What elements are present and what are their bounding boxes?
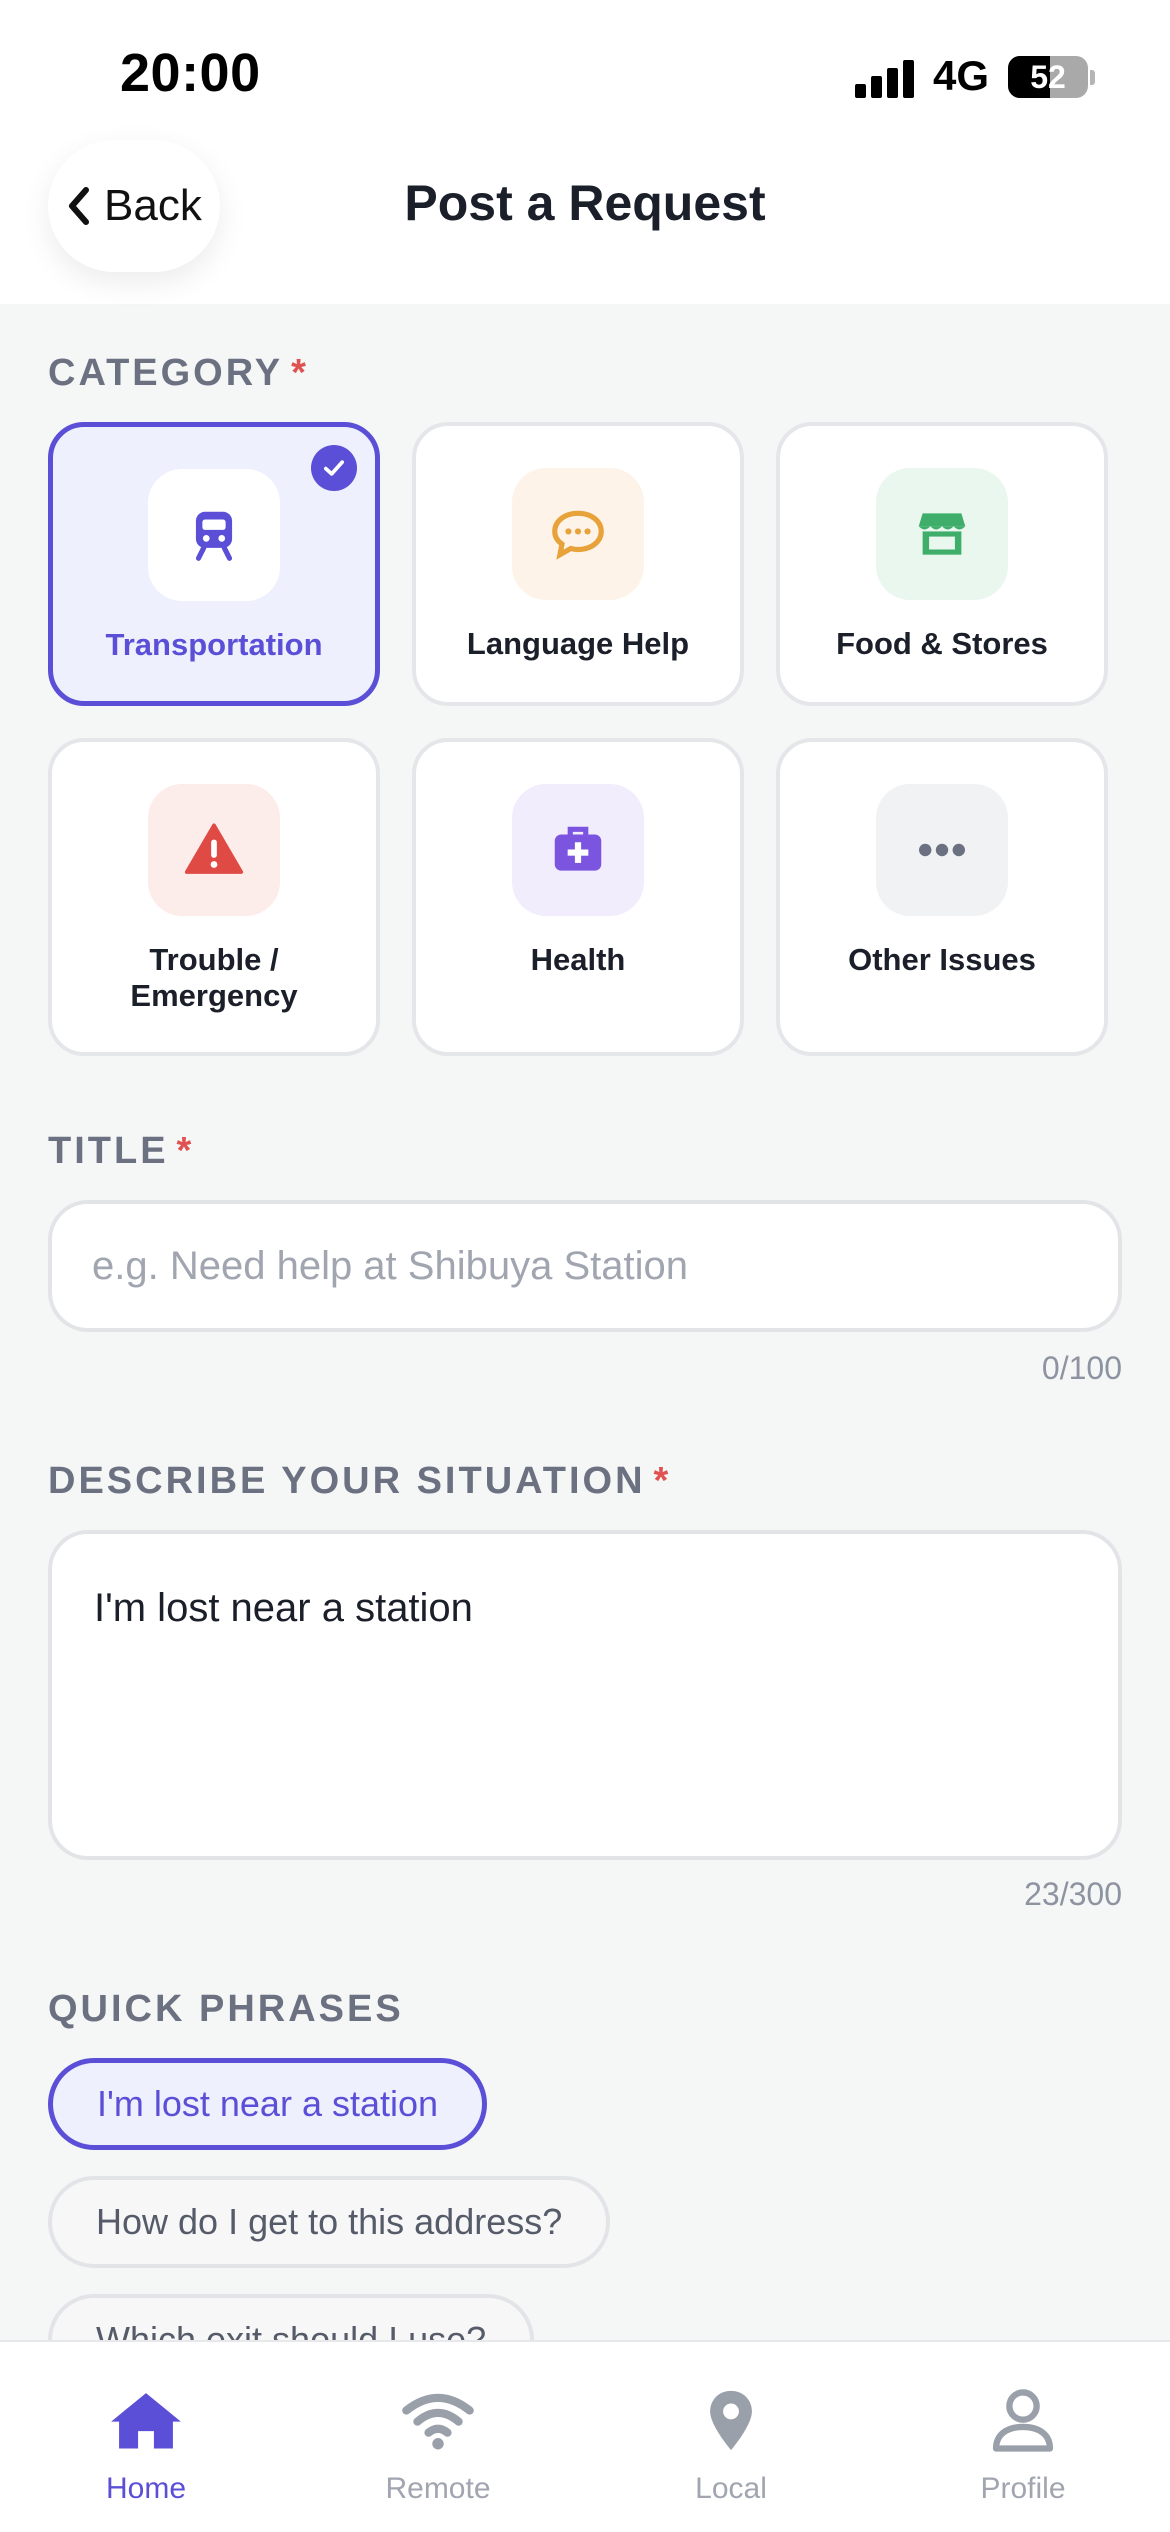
- category-name: Transportation: [105, 627, 323, 662]
- tab-profile[interactable]: Profile: [877, 2342, 1169, 2532]
- title-field[interactable]: [48, 1200, 1122, 1332]
- tab-bar: Home Remote Local Profile: [0, 2340, 1170, 2532]
- header-area: 20:00 4G 52 Back Post a Request: [0, 0, 1170, 304]
- home-icon: [111, 2393, 181, 2449]
- quick-phrase-chip[interactable]: How do I get to this address?: [48, 2176, 611, 2268]
- tab-local[interactable]: Local: [585, 2342, 877, 2532]
- description-field[interactable]: I'm lost near a station: [48, 1530, 1122, 1860]
- category-food-stores[interactable]: Food & Stores: [776, 422, 1108, 706]
- required-mark: *: [176, 1130, 195, 1172]
- tab-home[interactable]: Home: [0, 2342, 292, 2532]
- medical-kit-icon: [512, 784, 644, 916]
- title-label: TITLE *: [48, 1130, 195, 1172]
- wifi-icon: [402, 2393, 474, 2450]
- cellular-signal-icon: [855, 58, 915, 98]
- battery-level: 52: [1030, 59, 1066, 95]
- description-char-counter: 23/300: [1024, 1876, 1122, 1912]
- battery-icon: 52: [1008, 56, 1088, 98]
- quick-phrase-chip[interactable]: I'm lost near a station: [48, 2058, 488, 2150]
- category-name: Food & Stores: [836, 626, 1048, 661]
- quick-phrases-label: QUICK PHRASES: [48, 1988, 404, 2030]
- more-dots-icon: [876, 784, 1008, 916]
- train-icon: [148, 469, 280, 601]
- category-other-issues[interactable]: Other Issues: [776, 738, 1108, 1056]
- battery-cap: [1090, 70, 1095, 85]
- tab-label: Home: [105, 2472, 187, 2505]
- location-pin-icon: [710, 2390, 752, 2451]
- required-mark: *: [653, 1460, 672, 1502]
- warning-icon: [148, 784, 280, 916]
- status-time: 20:00: [120, 43, 261, 103]
- tab-label: Remote: [385, 2472, 491, 2505]
- tab-label: Profile: [980, 2472, 1066, 2505]
- category-label: CATEGORY *: [48, 352, 309, 394]
- title-input[interactable]: [92, 1243, 1078, 1289]
- chat-bubble-icon: [512, 468, 644, 600]
- category-language-help[interactable]: Language Help: [412, 422, 744, 706]
- tab-remote[interactable]: Remote: [292, 2342, 584, 2532]
- category-name: Other Issues: [848, 942, 1036, 977]
- page-title: Post a Request: [404, 175, 766, 231]
- store-icon: [876, 468, 1008, 600]
- checkmark-icon: [311, 445, 357, 491]
- required-mark: *: [291, 352, 309, 394]
- description-input[interactable]: I'm lost near a station: [94, 1586, 1076, 1631]
- category-trouble-emergency[interactable]: Trouble / Emergency: [48, 738, 380, 1056]
- user-icon: [992, 2389, 1054, 2452]
- title-char-counter: 0/100: [1041, 1350, 1122, 1386]
- category-transportation[interactable]: Transportation: [48, 422, 380, 706]
- category-health[interactable]: Health: [412, 738, 744, 1056]
- tab-label: Local: [695, 2472, 767, 2505]
- network-type: 4G: [933, 52, 990, 99]
- description-label: DESCRIBE YOUR SITUATION *: [48, 1460, 672, 1502]
- category-name: Trouble / Emergency: [130, 942, 298, 1013]
- category-name: Health: [530, 942, 626, 977]
- category-name: Language Help: [466, 626, 690, 661]
